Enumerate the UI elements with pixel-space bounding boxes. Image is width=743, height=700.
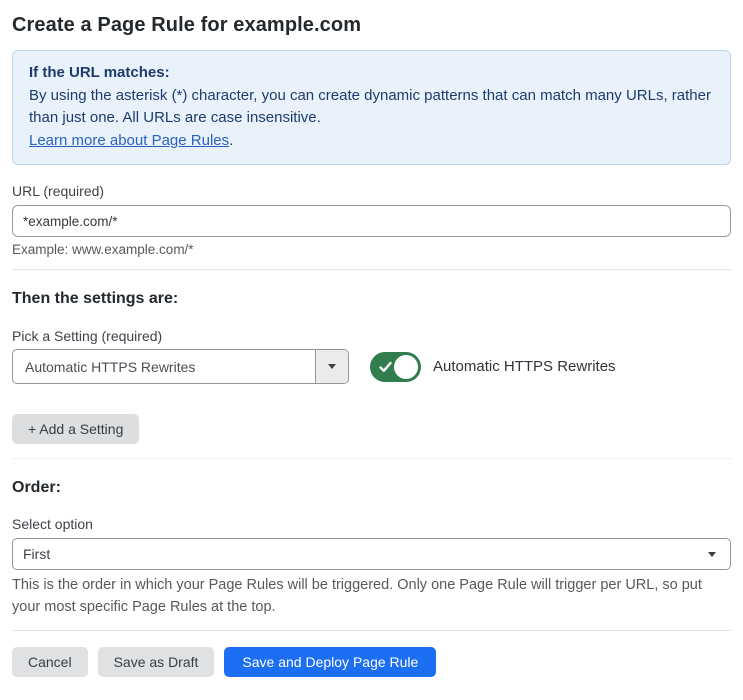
- url-example-helper: Example: www.example.com/*: [12, 242, 194, 257]
- footer-actions: Cancel Save as Draft Save and Deploy Pag…: [12, 647, 731, 677]
- toggle-label: Automatic HTTPS Rewrites: [433, 358, 616, 375]
- add-setting-button[interactable]: + Add a Setting: [12, 414, 140, 444]
- url-input[interactable]: [12, 205, 731, 237]
- banner-link-line: Learn more about Page Rules.: [29, 130, 714, 153]
- order-helper-text: This is the order in which your Page Rul…: [12, 577, 702, 615]
- banner-heading: If the URL matches:: [29, 64, 170, 81]
- select-option-label: Select option: [12, 516, 93, 532]
- order-select[interactable]: First: [12, 538, 731, 570]
- link-suffix: .: [229, 131, 234, 149]
- save-as-draft-button[interactable]: Save as Draft: [97, 647, 215, 677]
- https-rewrites-toggle[interactable]: [370, 351, 421, 382]
- check-icon: [379, 361, 392, 372]
- footer-divider: [12, 630, 731, 631]
- toggle-knob: [394, 354, 418, 379]
- caret-down-icon: [708, 551, 716, 557]
- url-matches-info-banner: If the URL matches: By using the asteris…: [12, 50, 731, 165]
- section-divider: [12, 269, 731, 270]
- save-and-deploy-button[interactable]: Save and Deploy Page Rule: [224, 647, 437, 677]
- url-field-label: URL (required): [12, 183, 105, 199]
- cancel-button[interactable]: Cancel: [12, 647, 88, 677]
- setting-picker[interactable]: Automatic HTTPS Rewrites: [12, 349, 349, 384]
- order-section-heading: Order:: [12, 479, 61, 496]
- setting-row: Automatic HTTPS Rewrites Automatic HTTPS…: [12, 349, 731, 384]
- learn-more-link[interactable]: Learn more about Page Rules: [29, 132, 229, 149]
- create-page-rule-panel: Create a Page Rule for example.com If th…: [0, 14, 743, 677]
- setting-picker-dropdown-button[interactable]: [315, 350, 348, 383]
- setting-picker-value[interactable]: Automatic HTTPS Rewrites: [13, 350, 315, 383]
- settings-section-heading: Then the settings are:: [12, 290, 179, 307]
- light-divider: [12, 458, 731, 459]
- order-select-value: First: [23, 546, 51, 562]
- pick-setting-label: Pick a Setting (required): [12, 328, 163, 344]
- caret-down-icon: [328, 364, 336, 369]
- page-title: Create a Page Rule for example.com: [12, 14, 362, 36]
- banner-body-text: By using the asterisk (*) character, you…: [29, 86, 711, 127]
